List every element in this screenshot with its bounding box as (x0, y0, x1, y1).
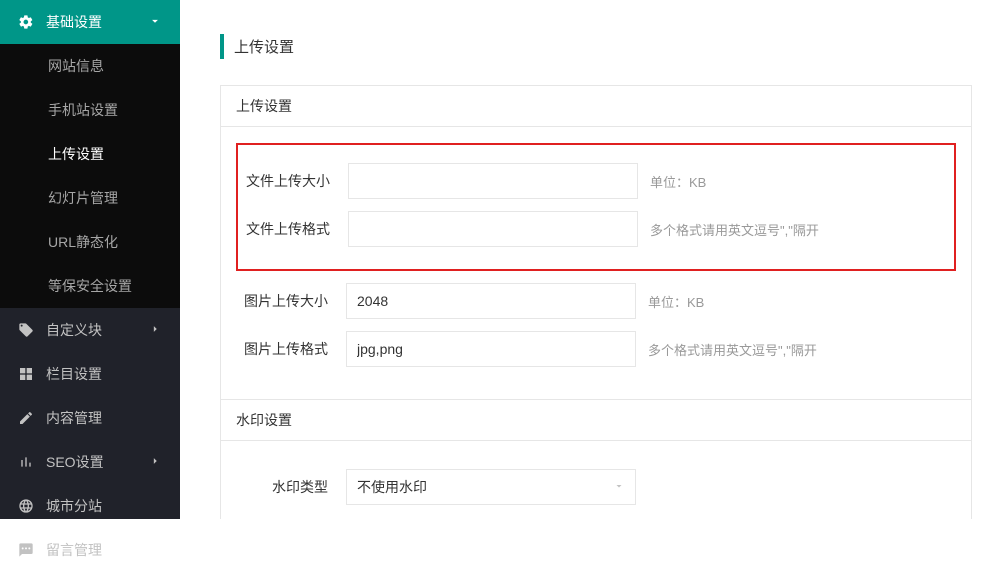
chevron-down-icon (613, 479, 625, 495)
globe-icon (18, 498, 34, 514)
watermark-type-label: 水印类型 (236, 477, 346, 497)
img-format-input[interactable] (346, 331, 636, 367)
nav-url-static[interactable]: URL静态化 (0, 220, 180, 264)
main-content: 上传设置 上传设置 文件上传大小 单位：KB 文件上传格式 多个格式请用英文逗号… (180, 0, 987, 519)
select-value: 不使用水印 (357, 477, 427, 497)
highlight-area: 文件上传大小 单位：KB 文件上传格式 多个格式请用英文逗号","隔开 (236, 143, 956, 271)
nav-content-mgmt[interactable]: 内容管理 (0, 396, 180, 440)
nav-label: SEO设置 (46, 452, 104, 472)
nav-seo-settings[interactable]: SEO设置 (0, 440, 180, 484)
nav-mobile-settings[interactable]: 手机站设置 (0, 88, 180, 132)
watermark-type-select[interactable]: 不使用水印 (346, 469, 636, 505)
panel-title: 上传设置 (221, 86, 971, 127)
file-format-hint: 多个格式请用英文逗号","隔开 (650, 220, 819, 239)
img-size-hint: 单位：KB (648, 292, 704, 311)
nav-basic-settings[interactable]: 基础设置 (0, 0, 180, 44)
img-format-hint: 多个格式请用英文逗号","隔开 (648, 340, 817, 359)
nav-label: 留言管理 (46, 540, 102, 560)
file-format-input[interactable] (348, 211, 638, 247)
img-size-label: 图片上传大小 (236, 291, 346, 311)
panel-title-watermark: 水印设置 (221, 399, 971, 441)
file-format-row: 文件上传格式 多个格式请用英文逗号","隔开 (238, 211, 954, 247)
nav-label: 内容管理 (46, 408, 102, 428)
img-size-input[interactable] (346, 283, 636, 319)
nav-custom-block[interactable]: 自定义块 (0, 308, 180, 352)
img-format-label: 图片上传格式 (236, 339, 346, 359)
watermark-type-row: 水印类型 不使用水印 (236, 469, 956, 505)
chevron-right-icon (148, 322, 162, 339)
nav-label: 城市分站 (46, 496, 102, 516)
nav-label: 栏目设置 (46, 364, 102, 384)
chevron-down-icon (148, 14, 162, 31)
file-size-label: 文件上传大小 (238, 171, 348, 191)
img-format-row: 图片上传格式 多个格式请用英文逗号","隔开 (236, 331, 956, 367)
edit-icon (18, 410, 34, 426)
nav-column-settings[interactable]: 栏目设置 (0, 352, 180, 396)
gear-icon (18, 14, 34, 30)
file-size-row: 文件上传大小 单位：KB (238, 163, 954, 199)
comment-icon (18, 542, 34, 558)
nav-security[interactable]: 等保安全设置 (0, 264, 180, 308)
file-size-hint: 单位：KB (650, 172, 706, 191)
chart-icon (18, 454, 34, 470)
sidebar: 基础设置 网站信息 手机站设置 上传设置 幻灯片管理 URL静态化 等保安全设置… (0, 0, 180, 519)
page-title: 上传设置 (220, 34, 972, 59)
nav-upload-settings[interactable]: 上传设置 (0, 132, 180, 176)
file-format-label: 文件上传格式 (238, 219, 348, 239)
nav-slide-mgmt[interactable]: 幻灯片管理 (0, 176, 180, 220)
nav-guestbook[interactable]: 留言管理 (0, 528, 180, 572)
nav-label: 基础设置 (46, 12, 102, 32)
tag-icon (18, 322, 34, 338)
nav-city-site[interactable]: 城市分站 (0, 484, 180, 528)
grid-icon (18, 366, 34, 382)
upload-settings-panel: 上传设置 文件上传大小 单位：KB 文件上传格式 多个格式请用英文逗号","隔开 (220, 85, 972, 519)
img-size-row: 图片上传大小 单位：KB (236, 283, 956, 319)
nav-site-info[interactable]: 网站信息 (0, 44, 180, 88)
nav-label: 自定义块 (46, 320, 102, 340)
file-size-input[interactable] (348, 163, 638, 199)
chevron-right-icon (148, 454, 162, 471)
